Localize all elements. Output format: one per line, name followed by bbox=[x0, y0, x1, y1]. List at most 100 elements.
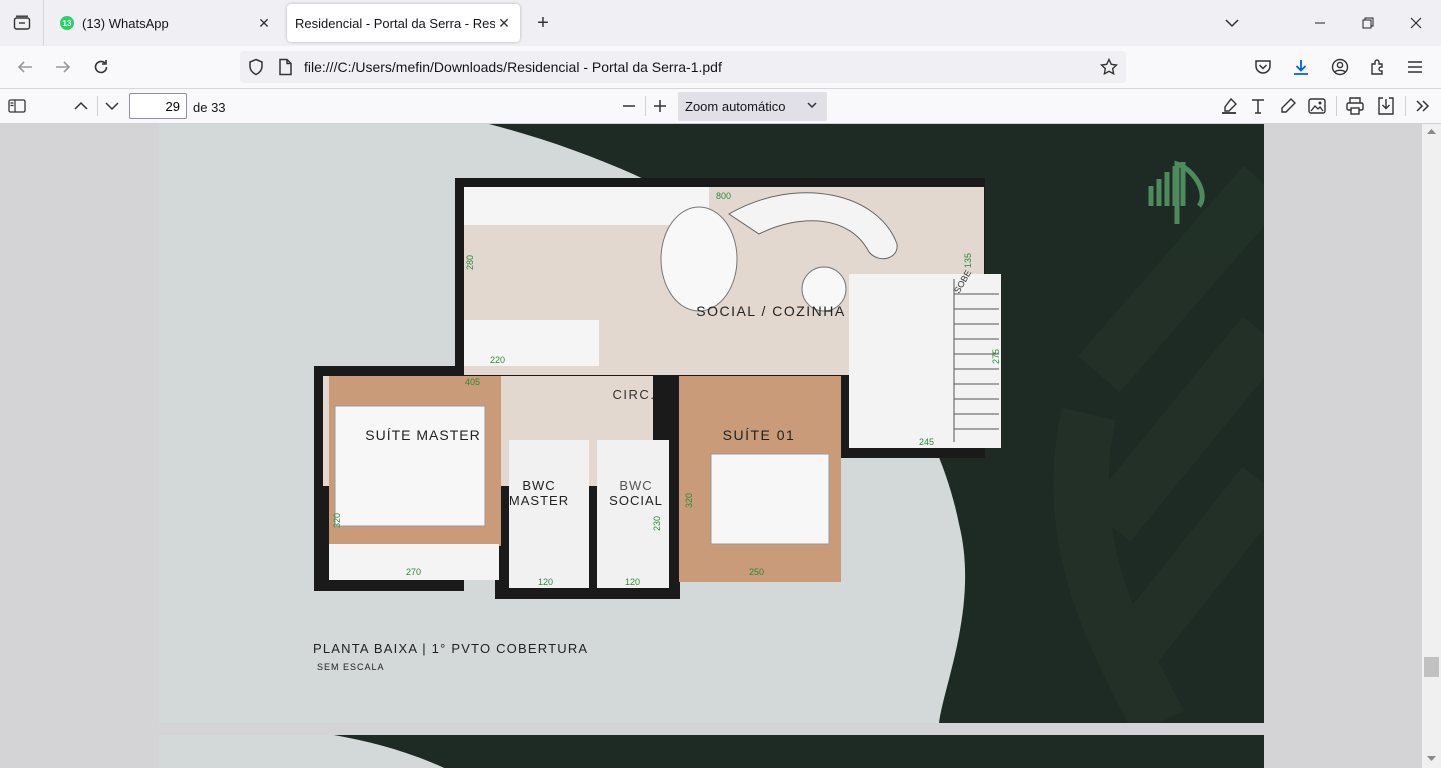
tracking-shield-icon[interactable] bbox=[247, 58, 265, 76]
hamburger-menu-icon bbox=[1408, 61, 1422, 73]
minimize-button[interactable] bbox=[1297, 0, 1343, 46]
restore-icon bbox=[1362, 17, 1374, 29]
floor-plan-illustration: SOCIAL / COZINHA CIRC. SUÍTE MASTER SUÍT… bbox=[159, 124, 1264, 723]
new-tab-button[interactable]: + bbox=[530, 10, 556, 36]
next-page-button[interactable] bbox=[99, 93, 125, 119]
plan-title: PLANTA BAIXA | 1° PVTO COBERTURA bbox=[313, 641, 588, 656]
save-icon bbox=[1378, 97, 1394, 115]
restore-button[interactable] bbox=[1345, 0, 1391, 46]
room-label-suite01: SUÍTE 01 bbox=[723, 427, 796, 443]
dimension-label: 135 bbox=[963, 253, 973, 268]
url-bar[interactable]: file:///C:/Users/mefin/Downloads/Residen… bbox=[240, 51, 1126, 83]
minimize-icon bbox=[1315, 22, 1325, 24]
tab-title: (13) WhatsApp bbox=[82, 15, 169, 31]
master-bed bbox=[334, 405, 486, 527]
room-label-circ: CIRC. bbox=[613, 387, 656, 402]
dimension-label: 245 bbox=[919, 437, 934, 447]
draw-icon bbox=[1281, 98, 1296, 113]
dimension-label: 280 bbox=[465, 255, 475, 270]
tab-list-button[interactable] bbox=[0, 0, 44, 46]
chevron-down-icon bbox=[105, 102, 119, 111]
close-icon bbox=[1410, 17, 1422, 29]
image-button[interactable] bbox=[1304, 93, 1330, 119]
menu-button[interactable] bbox=[1400, 52, 1430, 82]
zoom-in-button[interactable] bbox=[647, 93, 673, 119]
extensions-button[interactable] bbox=[1363, 52, 1393, 82]
minus-icon bbox=[623, 105, 635, 107]
highlight-button[interactable] bbox=[1216, 93, 1242, 119]
double-chevron-right-icon bbox=[1416, 100, 1430, 112]
scroll-up-icon[interactable] bbox=[1427, 128, 1436, 134]
previous-page-button[interactable] bbox=[68, 93, 94, 119]
room-label-bwc-social-1: BWC bbox=[619, 478, 652, 493]
dimension-label: 800 bbox=[716, 191, 731, 201]
zoom-select-value: Zoom automático bbox=[685, 99, 786, 114]
laundry-counter bbox=[464, 320, 599, 366]
chevron-down-icon bbox=[1225, 19, 1239, 28]
pdf-page: SOCIAL / COZINHA CIRC. SUÍTE MASTER SUÍT… bbox=[159, 124, 1264, 723]
text-button[interactable] bbox=[1245, 93, 1271, 119]
dimension-label: 275 bbox=[991, 349, 1001, 364]
zoom-select[interactable]: Zoom automático bbox=[678, 92, 827, 121]
chevron-down-icon bbox=[807, 102, 817, 109]
next-page-preview bbox=[159, 735, 1264, 768]
dimension-label: 120 bbox=[625, 577, 640, 587]
plus-icon bbox=[654, 100, 666, 112]
sidebar-toggle-button[interactable] bbox=[4, 93, 30, 119]
tab-whatsapp[interactable]: 13 (13) WhatsApp ✕ bbox=[52, 4, 280, 42]
pdf-page-next bbox=[159, 735, 1264, 768]
dimension-label: 320 bbox=[332, 513, 342, 528]
pdf-viewer[interactable]: SOCIAL / COZINHA CIRC. SUÍTE MASTER SUÍT… bbox=[0, 124, 1422, 768]
save-button[interactable] bbox=[1373, 93, 1399, 119]
close-window-button[interactable] bbox=[1393, 0, 1439, 46]
tab-pdf[interactable]: Residencial - Portal da Serra - Residenc… bbox=[287, 4, 520, 42]
star-icon[interactable] bbox=[1100, 58, 1118, 76]
page-number-input[interactable] bbox=[129, 93, 187, 119]
scroll-down-icon[interactable] bbox=[1427, 756, 1436, 762]
reload-icon bbox=[94, 60, 108, 74]
room-label-bwc-master-1: BWC bbox=[522, 478, 555, 493]
print-button[interactable] bbox=[1342, 93, 1368, 119]
reload-button[interactable] bbox=[86, 52, 116, 82]
scrollbar-thumb[interactable] bbox=[1424, 657, 1439, 677]
dining-table bbox=[660, 206, 738, 312]
downloads-button[interactable] bbox=[1286, 52, 1316, 82]
kitchen-counter bbox=[464, 187, 709, 225]
pocket-button[interactable] bbox=[1248, 52, 1278, 82]
whatsapp-icon: 13 bbox=[60, 16, 74, 30]
suite01-bed bbox=[710, 453, 830, 545]
separator bbox=[1405, 96, 1406, 116]
sidebar-toggle-icon bbox=[8, 99, 26, 113]
tab-strip: 13 (13) WhatsApp ✕ Residencial - Portal … bbox=[0, 0, 1441, 46]
dimension-label: 320 bbox=[684, 493, 694, 508]
stairs-area bbox=[849, 274, 1001, 448]
forward-button[interactable] bbox=[48, 52, 78, 82]
bwc-master-floor bbox=[509, 440, 589, 588]
dimension-label: 270 bbox=[406, 567, 421, 577]
account-button[interactable] bbox=[1325, 52, 1355, 82]
image-icon bbox=[1308, 98, 1326, 114]
highlight-icon bbox=[1222, 97, 1237, 114]
page-icon bbox=[279, 58, 292, 76]
plus-icon: + bbox=[537, 11, 549, 34]
chevron-up-icon bbox=[74, 101, 88, 110]
zoom-out-button[interactable] bbox=[616, 93, 642, 119]
draw-button[interactable] bbox=[1275, 93, 1301, 119]
close-tab-icon[interactable]: ✕ bbox=[496, 15, 512, 31]
extensions-icon bbox=[1371, 59, 1383, 75]
bwc-social-floor bbox=[597, 440, 669, 588]
close-tab-icon[interactable]: ✕ bbox=[256, 15, 272, 31]
room-label-social: SOCIAL / COZINHA bbox=[696, 303, 846, 319]
pocket-icon bbox=[1255, 60, 1271, 74]
dimension-label: 230 bbox=[652, 516, 662, 531]
back-button[interactable] bbox=[10, 52, 40, 82]
list-all-tabs-button[interactable] bbox=[1209, 0, 1255, 46]
tab-list-icon bbox=[13, 15, 30, 30]
dimension-label: 120 bbox=[538, 577, 553, 587]
tab-title: Residencial - Portal da Serra - Residenc… bbox=[295, 15, 495, 31]
more-tools-button[interactable] bbox=[1410, 93, 1436, 119]
separator bbox=[645, 96, 646, 116]
page-count-label: de 33 bbox=[193, 100, 226, 115]
forward-arrow-icon bbox=[56, 61, 71, 73]
dimension-label: 405 bbox=[465, 377, 480, 387]
